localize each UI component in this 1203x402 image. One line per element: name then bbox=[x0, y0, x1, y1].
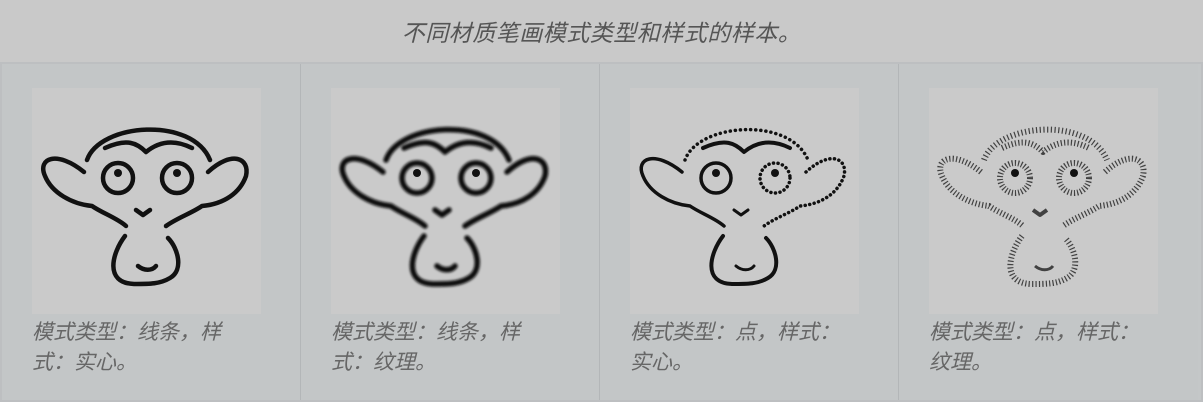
sample-label: 模式类型：点，样式： 纹理。 bbox=[929, 320, 1139, 374]
monkey-head-icon bbox=[937, 126, 1147, 287]
sample-label: 模式类型：点，样式： 实心。 bbox=[630, 320, 840, 374]
monkey-head-icon bbox=[339, 126, 549, 287]
monkey-head-icon bbox=[41, 127, 249, 287]
figure-caption: 不同材质笔画模式类型和样式的样本。 bbox=[401, 21, 802, 47]
sample-gallery: 模式类型：线条，样 式：实心。 模式类型：线条，样 式：纹理。 模式类型：点，样… bbox=[0, 62, 1203, 402]
sample-cell-line-texture: 模式类型：线条，样 式：纹理。 bbox=[301, 64, 600, 400]
sample-label: 模式类型：线条，样 式：实心。 bbox=[32, 320, 221, 374]
sample-cell-dot-texture: 模式类型：点，样式： 纹理。 bbox=[899, 64, 1198, 400]
sample-cell-dot-solid: 模式类型：点，样式： 实心。 bbox=[600, 64, 899, 400]
monkey-head-icon bbox=[639, 127, 847, 286]
sample-thumbnail[interactable] bbox=[929, 88, 1158, 314]
sample-thumbnail[interactable] bbox=[630, 88, 859, 314]
sample-thumbnail[interactable] bbox=[331, 88, 560, 314]
sample-label: 模式类型：线条，样 式：纹理。 bbox=[331, 320, 520, 374]
sample-thumbnail[interactable] bbox=[32, 88, 261, 314]
sample-cell-line-solid: 模式类型：线条，样 式：实心。 bbox=[2, 64, 301, 400]
